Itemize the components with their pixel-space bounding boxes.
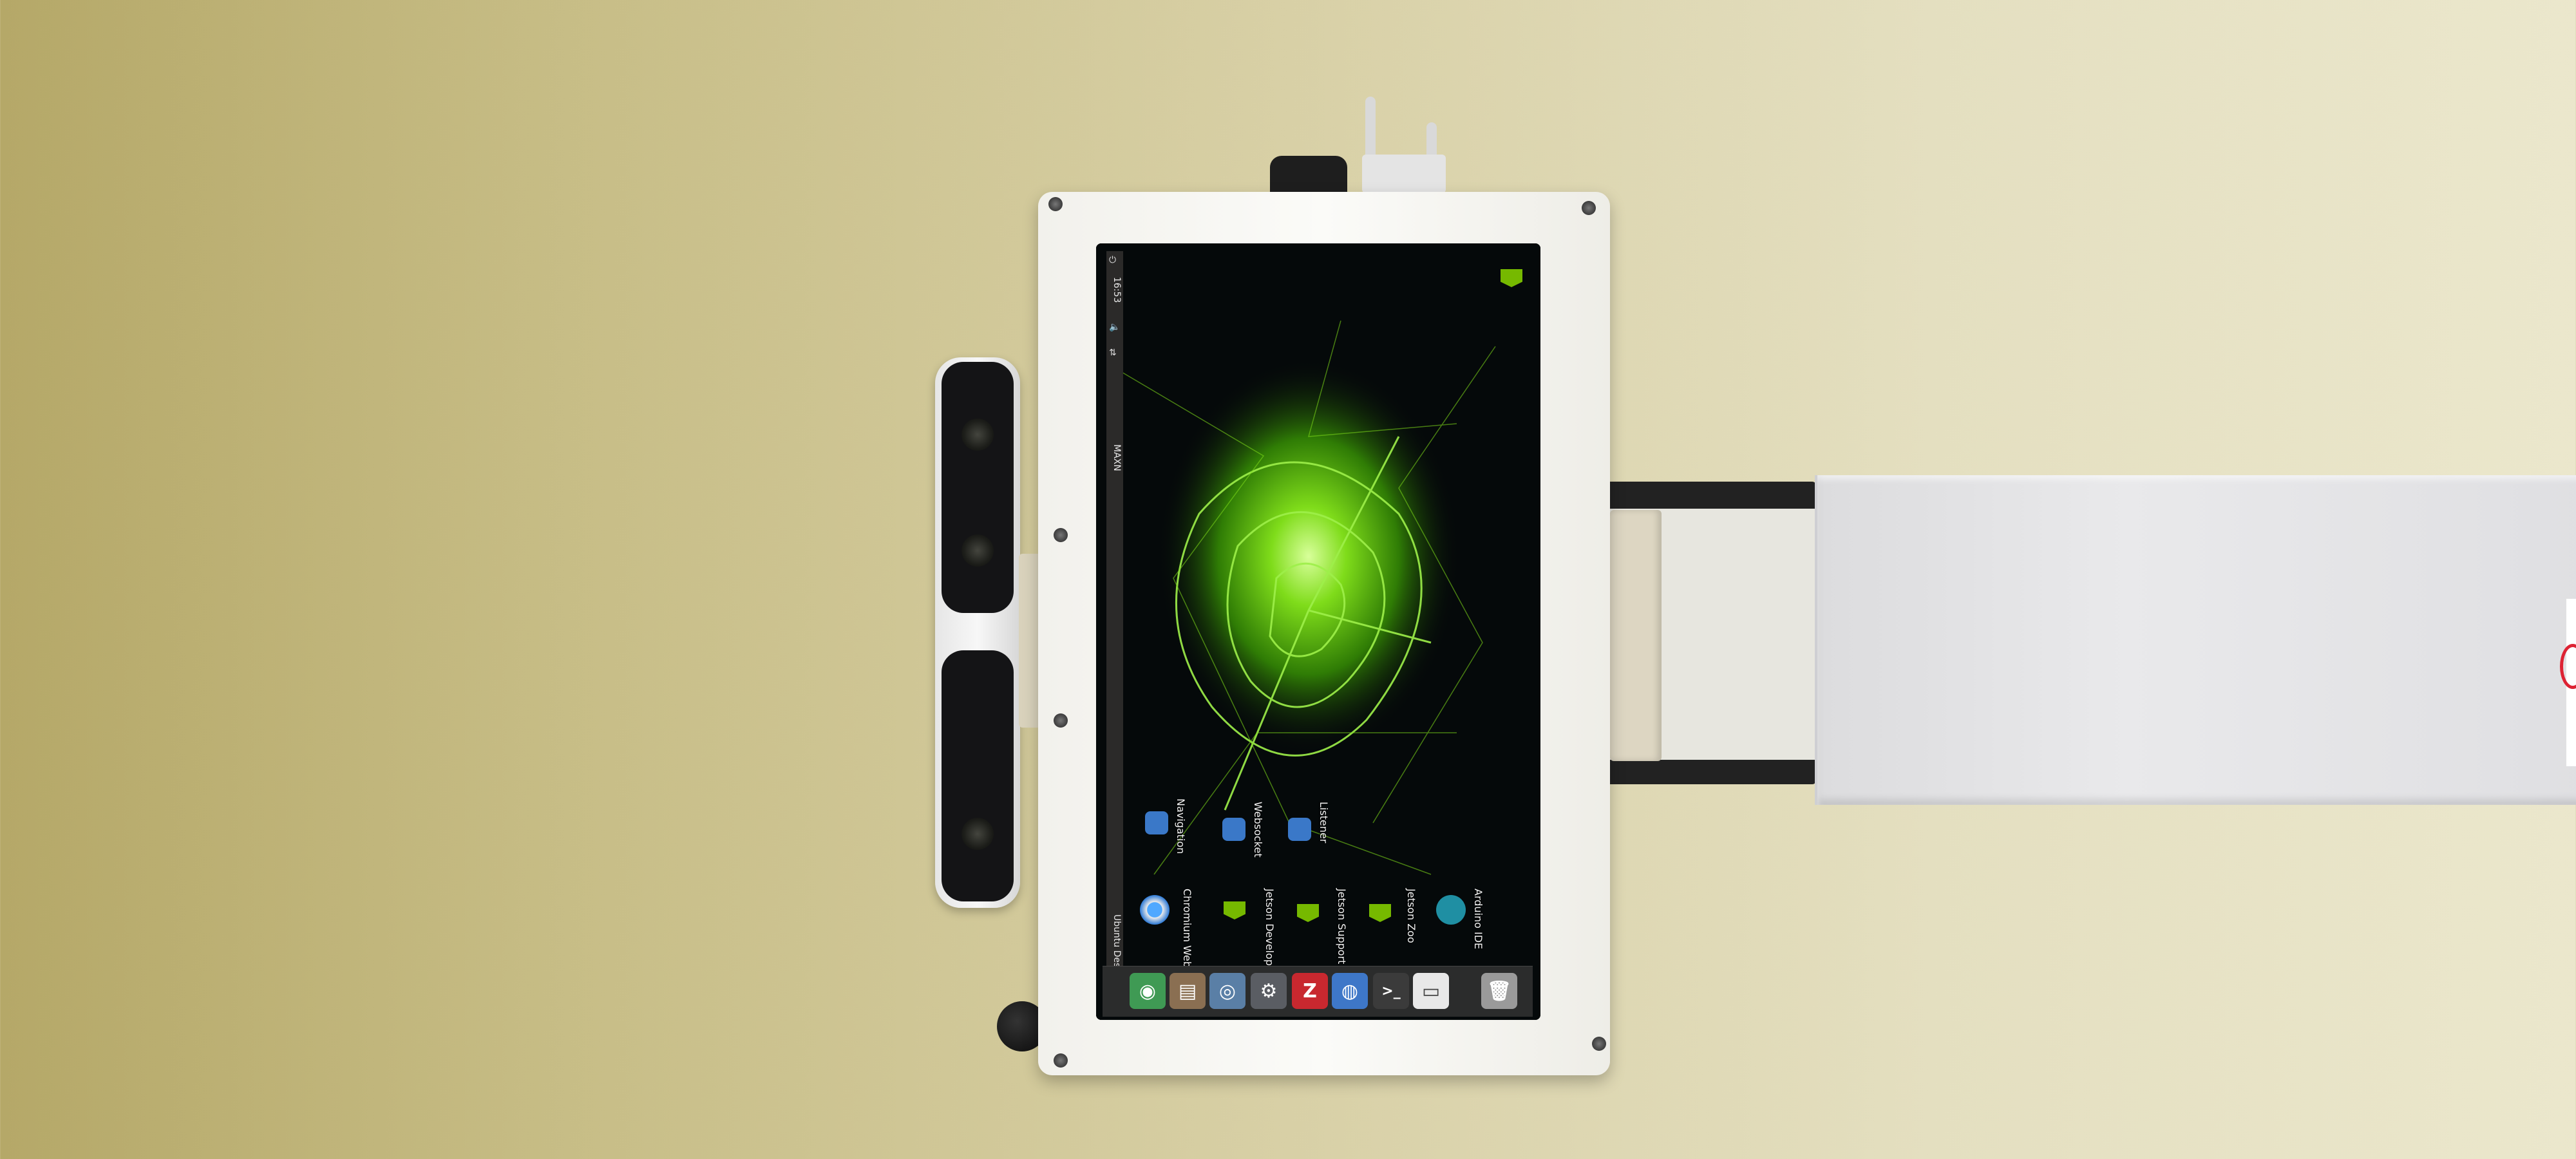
- desktop-icon-chromium[interactable]: [1140, 895, 1185, 925]
- desktop-label-wrap: Arduino IDE: [1472, 889, 1544, 949]
- power-icon[interactable]: ⏻: [1109, 255, 1116, 265]
- desktop-label-wrap: Listener: [1318, 802, 1370, 843]
- camera-sensor-panel: [942, 650, 1014, 901]
- screw: [1054, 713, 1068, 728]
- desktop-icon-label: Jetson Zoo: [1405, 889, 1417, 943]
- mount-bracket: [1610, 510, 1662, 761]
- screw: [1592, 1037, 1606, 1051]
- volume-icon[interactable]: 🔈: [1109, 322, 1120, 332]
- desktop-icon-label: Websocket: [1252, 802, 1264, 858]
- power-mode-wrap[interactable]: MAXN: [1112, 444, 1149, 471]
- usb-connector: [1270, 156, 1347, 194]
- desktop-icon-label: Navigation: [1175, 798, 1187, 854]
- desktop-label-wrap: Websocket: [1252, 802, 1320, 858]
- launcher-system-monitor-icon[interactable]: ◎: [1209, 973, 1245, 1009]
- desktop-icon-label: Arduino IDE: [1472, 889, 1484, 950]
- camera-sensor-panel: [942, 362, 1014, 613]
- screw: [1582, 201, 1596, 215]
- robot-app-icon: [1288, 818, 1311, 841]
- launcher-text-editor-icon[interactable]: ▭: [1413, 973, 1449, 1009]
- launcher-software-icon[interactable]: ◍: [1332, 973, 1368, 1009]
- screw: [1048, 197, 1063, 211]
- nvidia-icon: [1369, 904, 1391, 922]
- nvidia-icon: [1297, 904, 1319, 922]
- arduino-icon: [1436, 895, 1466, 925]
- robot-app-icon: [1145, 811, 1168, 834]
- launcher-terminal-icon[interactable]: >_: [1373, 973, 1409, 1009]
- screw: [1054, 528, 1068, 542]
- desktop-icon-label: Listener: [1318, 802, 1330, 843]
- launcher-filezilla-icon[interactable]: Z: [1292, 973, 1328, 1009]
- launcher-dock: ◉ ▤ ◎ ⚙ Z ◍ >_ ▭ 🗑: [1103, 966, 1533, 1017]
- top-panel: [1106, 251, 1123, 982]
- camera-lens: [961, 534, 994, 567]
- power-mode-indicator[interactable]: MAXN: [1112, 444, 1122, 471]
- nvidia-icon: [1224, 901, 1245, 919]
- mounting-arm: [1815, 475, 2576, 805]
- chromium-icon: [1140, 895, 1170, 925]
- camera-lens: [961, 818, 994, 850]
- clock[interactable]: 16:53: [1112, 277, 1122, 303]
- desktop-label-wrap: Navigation: [1175, 798, 1242, 854]
- desktop-icon-jetson-developer-zone[interactable]: [1224, 901, 1269, 919]
- screw: [1054, 1053, 1068, 1068]
- robot-app-icon: [1222, 818, 1245, 841]
- launcher-settings-icon[interactable]: ⚙: [1251, 973, 1287, 1009]
- network-icon[interactable]: ⇅: [1109, 348, 1117, 358]
- launcher-chromium-icon[interactable]: ◉: [1130, 973, 1166, 1009]
- camera-lens: [961, 419, 994, 451]
- clock-wrap[interactable]: 16:53: [1112, 277, 1148, 303]
- launcher-files-icon[interactable]: ▤: [1170, 973, 1206, 1009]
- launcher-trash-icon[interactable]: 🗑: [1481, 973, 1517, 1009]
- cable-plug: [1362, 155, 1446, 193]
